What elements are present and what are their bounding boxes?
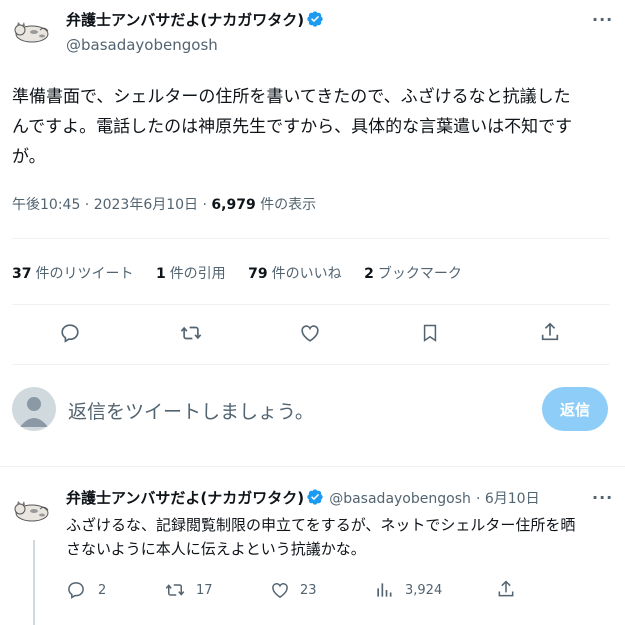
reply-header: 弁護士アンバサだよ(ナカガワタク) @basadayobengosh · 6月1… bbox=[66, 487, 540, 508]
likes-stat[interactable]: 79 件のいいね bbox=[248, 266, 341, 282]
views-label: 件の表示 bbox=[255, 197, 317, 213]
reply-retweet-icon[interactable] bbox=[164, 580, 186, 600]
retweets-stat[interactable]: 37 件のリツイート bbox=[12, 266, 133, 282]
reply-author-name[interactable]: 弁護士アンバサだよ(ナカガワタク) bbox=[66, 489, 304, 507]
views-count: 6,979 bbox=[211, 197, 256, 213]
reply-like-icon[interactable] bbox=[270, 580, 290, 600]
user-avatar[interactable] bbox=[12, 387, 56, 431]
bookmarks-stat[interactable]: 2 ブックマーク bbox=[364, 266, 462, 282]
reply-date[interactable]: · 6月10日 bbox=[476, 491, 540, 507]
quotes-stat[interactable]: 1 件の引用 bbox=[156, 266, 226, 282]
divider bbox=[0, 466, 625, 467]
reply-input[interactable]: 返信をツイートしましょう。 bbox=[68, 397, 314, 424]
reply-share-icon[interactable] bbox=[496, 579, 516, 599]
reply-text-line: さないように本人に伝えよという抗議かな。 bbox=[66, 540, 366, 558]
reply-author-handle[interactable]: @basadayobengosh bbox=[329, 491, 471, 507]
divider bbox=[12, 364, 610, 365]
author-handle[interactable]: @basadayobengosh bbox=[66, 36, 218, 54]
reply-reply-count: 2 bbox=[98, 583, 107, 598]
reply-more-options-icon[interactable]: ··· bbox=[592, 488, 613, 507]
more-options-icon[interactable]: ··· bbox=[592, 10, 613, 29]
divider bbox=[12, 238, 610, 239]
reply-like-count: 23 bbox=[300, 583, 317, 598]
cat-avatar-icon bbox=[10, 487, 54, 531]
verified-badge-icon bbox=[307, 489, 323, 505]
reply-reply-icon[interactable] bbox=[66, 580, 86, 600]
tweet-text-line: んですよ。電話したのは神原先生ですから、具体的な言葉遣いは不知です bbox=[12, 117, 573, 137]
reply-author-avatar[interactable] bbox=[10, 487, 54, 531]
tweet-timestamp[interactable]: 午後10:45 · 2023年6月10日 · bbox=[12, 197, 211, 213]
reply-icon[interactable] bbox=[59, 322, 81, 344]
reply-views-count: 3,924 bbox=[405, 583, 443, 598]
tweet-text-line: 準備書面で、シェルターの住所を書いてきたので、ふざけるなと抗議した bbox=[12, 87, 571, 107]
like-icon[interactable] bbox=[299, 322, 321, 344]
tweet-meta: 午後10:45 · 2023年6月10日 · 6,979 件の表示 bbox=[12, 194, 316, 214]
share-icon[interactable] bbox=[539, 321, 561, 343]
retweet-icon[interactable] bbox=[179, 322, 203, 344]
reply-text-line: ふざけるな、記録閲覧制限の申立てをするが、ネットでシェルター住所を晒 bbox=[66, 516, 576, 534]
reply-retweet-count: 17 bbox=[196, 583, 213, 598]
author-avatar[interactable] bbox=[10, 8, 54, 52]
cat-avatar-icon bbox=[10, 8, 54, 52]
tweet-text: 準備書面で、シェルターの住所を書いてきたので、ふざけるなと抗議した んですよ。電… bbox=[12, 82, 617, 172]
verified-badge-icon bbox=[307, 11, 323, 27]
default-user-icon bbox=[20, 397, 48, 427]
bookmark-icon[interactable] bbox=[420, 322, 440, 344]
tweet-text-line: が。 bbox=[12, 147, 46, 167]
reply-views-icon[interactable] bbox=[374, 580, 394, 600]
thread-line bbox=[33, 540, 35, 625]
reply-button[interactable]: 返信 bbox=[542, 387, 608, 431]
tweet-stats: 37 件のリツイート 1 件の引用 79 件のいいね 2 ブックマーク bbox=[12, 263, 480, 283]
reply-text: ふざけるな、記録閲覧制限の申立てをするが、ネットでシェルター住所を晒 さないよう… bbox=[66, 513, 616, 561]
author-name[interactable]: 弁護士アンバサだよ(ナカガワタク) bbox=[66, 11, 304, 29]
divider bbox=[12, 304, 610, 305]
